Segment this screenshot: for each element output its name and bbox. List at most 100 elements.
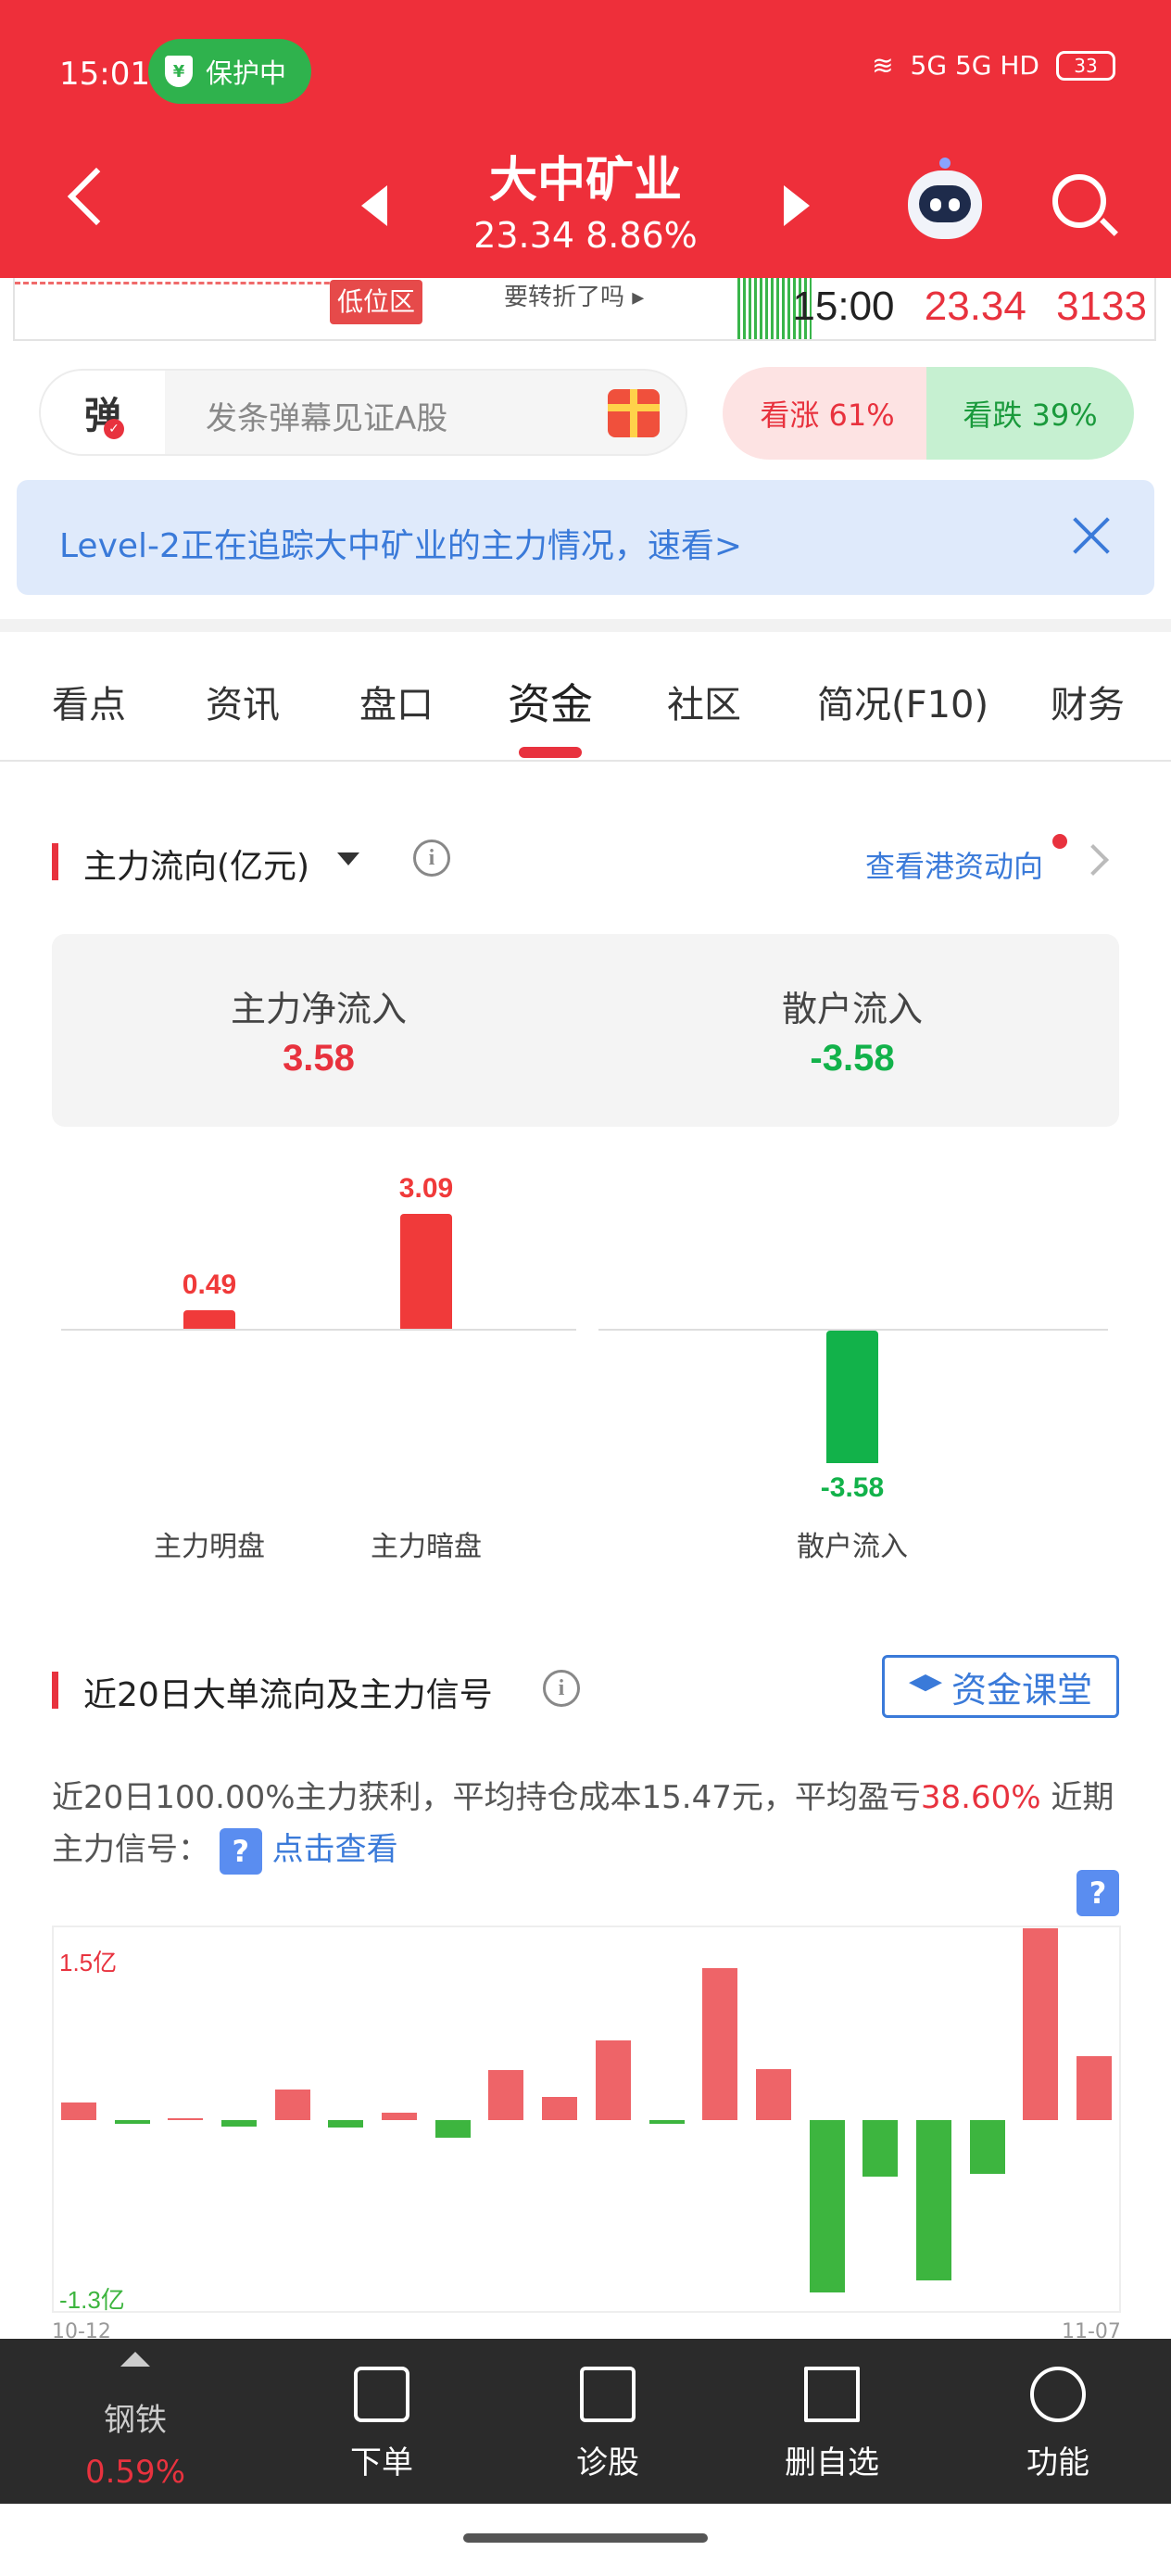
daily-flow-bar[interactable] — [755, 2068, 791, 2120]
arrow-up-icon — [120, 2352, 150, 2367]
daily-flow-bar[interactable] — [274, 2089, 310, 2120]
daily-flow-bar[interactable] — [1077, 2056, 1113, 2120]
nav-order[interactable]: 下单 — [289, 2339, 474, 2504]
big-order-chart — [52, 1926, 1121, 2313]
trade-price: 23.34 — [924, 284, 1026, 329]
question-icon[interactable]: ? — [219, 1827, 262, 1875]
nav-function-label: 功能 — [1026, 2444, 1089, 2481]
mini-chart-strip[interactable]: 低位区 要转折了吗 ▸ 15:00 23.34 3133 — [13, 278, 1156, 341]
dropdown-icon[interactable] — [337, 852, 359, 865]
flow-title[interactable]: 主力流向(亿元) — [83, 840, 309, 888]
tab-finance[interactable]: 财务 — [1051, 675, 1125, 728]
flow-bar-value: -3.58 — [820, 1472, 885, 1504]
flow-bar — [826, 1331, 878, 1464]
section-marker-2 — [52, 1672, 58, 1709]
daily-flow-bar[interactable] — [168, 2118, 204, 2120]
graduation-cap-icon — [908, 1674, 942, 1692]
trade-volume: 3133 — [1056, 284, 1147, 329]
sector-item[interactable]: 钢铁 0.59% — [43, 2339, 228, 2504]
daily-flow-bar[interactable] — [328, 2120, 364, 2128]
check-icon: ✓ — [104, 419, 124, 439]
protect-label: 保护中 — [206, 57, 287, 89]
daily-flow-bar[interactable] — [60, 2102, 96, 2120]
capital-course-button[interactable]: 资金课堂 — [882, 1655, 1119, 1718]
chevron-right-icon[interactable] — [1077, 844, 1109, 876]
network-label: 5G 5G HD — [910, 50, 1039, 81]
nav-diagnose[interactable]: 诊股 — [515, 2339, 700, 2504]
section-marker — [52, 843, 58, 880]
flow-category-label: 主力暗盘 — [371, 1531, 482, 1563]
gift-icon[interactable] — [608, 389, 660, 437]
search-icon[interactable] — [1052, 174, 1106, 228]
divider — [0, 619, 1171, 632]
daily-flow-bar[interactable] — [488, 2070, 524, 2120]
active-tab-indicator — [519, 747, 582, 758]
main-net-label: 主力净流入 — [230, 989, 407, 1029]
wifi-icon: ≋ — [872, 50, 894, 81]
daily-flow-bar[interactable] — [863, 2120, 899, 2177]
flow-bar-value: 3.09 — [398, 1173, 454, 1205]
daily-flow-bar[interactable] — [220, 2120, 257, 2127]
info-icon-2[interactable]: i — [543, 1670, 580, 1707]
vote-up-button[interactable]: 看涨 61% — [723, 367, 932, 460]
signal-question-icon[interactable]: ? — [1077, 1870, 1119, 1916]
danmu-icon[interactable]: 弹 ✓ — [41, 371, 165, 454]
daily-flow-bar[interactable] — [916, 2120, 952, 2280]
system-icons: ≋ 5G 5G HD 33 — [872, 50, 1115, 81]
daily-flow-bar[interactable] — [648, 2120, 685, 2125]
stock-price: 23.34 8.86% — [473, 215, 698, 256]
flow-category-label: 散户流入 — [797, 1531, 908, 1563]
sector-change: 0.59% — [84, 2454, 185, 2491]
tab-f10[interactable]: 简况(F10) — [817, 675, 988, 728]
flow-bar — [183, 1310, 235, 1329]
desc-text-a: 近20日100.00%主力获利，平均持仓成本15.47元，平均盈亏 — [52, 1779, 921, 1816]
level2-banner[interactable]: Level-2正在追踪大中矿业的主力情况，速看> — [17, 480, 1154, 595]
nav-order-label: 下单 — [350, 2444, 413, 2481]
vote-down-button[interactable]: 看跌 39% — [926, 367, 1134, 460]
course-label: 资金课堂 — [951, 1669, 1092, 1711]
tab-orderbook[interactable]: 盘口 — [359, 675, 434, 728]
chart1-axis-left — [61, 1329, 576, 1331]
tab-capital[interactable]: 资金 — [508, 671, 593, 732]
stock-name: 大中矿业 — [488, 153, 682, 208]
flow-summary: 主力净流入 3.58 散户流入 -3.58 — [52, 934, 1119, 1127]
daily-flow-bar[interactable] — [382, 2112, 418, 2120]
protect-badge[interactable]: ¥ 保护中 — [148, 39, 311, 104]
flow-category-label: 主力明盘 — [154, 1531, 265, 1563]
daily-flow-bar[interactable] — [809, 2120, 845, 2293]
daily-flow-bar[interactable] — [595, 2040, 631, 2120]
battery-icon: 33 — [1056, 50, 1115, 81]
daily-flow-bar[interactable] — [1023, 1928, 1059, 2120]
daily-flow-bar[interactable] — [702, 1967, 738, 2120]
order-icon — [354, 2367, 409, 2422]
view-signal-link[interactable]: 点击查看 — [272, 1831, 398, 1868]
hk-capital-link[interactable]: 查看港资动向 — [865, 843, 1043, 886]
tab-divider — [0, 760, 1171, 762]
level2-text[interactable]: Level-2正在追踪大中矿业的主力情况，速看> — [59, 519, 742, 567]
daily-flow-bar[interactable] — [542, 2097, 578, 2120]
daily-flow-bar[interactable] — [969, 2120, 1005, 2174]
info-icon[interactable]: i — [413, 840, 450, 877]
tab-bar: 看点 资讯 盘口 资金 社区 简况(F10) 财务 — [0, 656, 1171, 749]
tab-highlights[interactable]: 看点 — [52, 675, 126, 728]
nav-remove-watch[interactable]: 删自选 — [739, 2339, 925, 2504]
flow-bar-value: 0.49 — [182, 1269, 237, 1301]
next-stock-icon[interactable] — [784, 185, 810, 226]
last-trade: 15:00 23.34 3133 — [792, 284, 1147, 330]
big-order-title: 近20日大单流向及主力信号 — [83, 1676, 493, 1714]
daily-flow-bar[interactable] — [114, 2120, 150, 2125]
minus-box-icon — [804, 2367, 860, 2422]
turn-hint[interactable]: 要转折了吗 ▸ — [504, 278, 644, 312]
low-zone-tag: 低位区 — [330, 280, 422, 324]
shield-icon: ¥ — [165, 56, 193, 87]
daily-flow-bar[interactable] — [434, 2120, 471, 2139]
nav-function[interactable]: 功能 — [965, 2339, 1151, 2504]
danmu-placeholder[interactable]: 发条弹幕见证A股 — [206, 393, 447, 438]
close-icon[interactable] — [1071, 515, 1112, 556]
robot-assistant-icon[interactable] — [908, 158, 982, 239]
notification-dot — [1052, 834, 1067, 849]
diagnose-icon — [580, 2367, 636, 2422]
home-indicator[interactable] — [463, 2533, 708, 2543]
tab-community[interactable]: 社区 — [667, 675, 741, 728]
tab-news[interactable]: 资讯 — [206, 675, 280, 728]
